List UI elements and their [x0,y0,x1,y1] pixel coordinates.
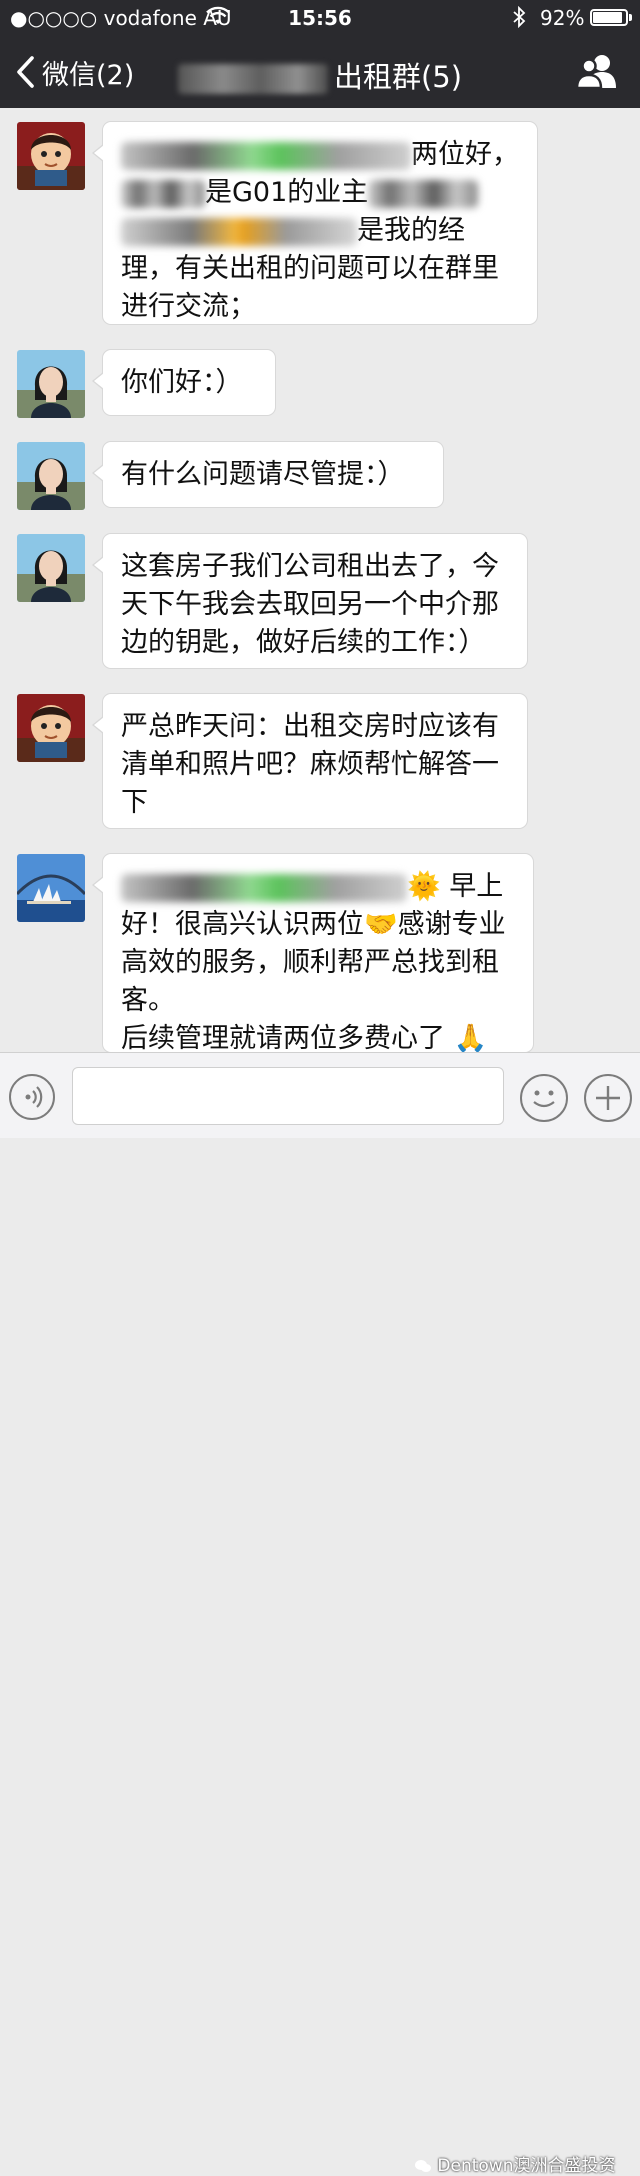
chat-title-text: 出租群(5) [333,60,463,94]
message-text-segment: 🌞 早上 [407,871,504,902]
message-text-segment: 你们好：） [121,367,243,398]
battery-tip [629,14,632,21]
woman-avatar[interactable] [17,442,85,510]
chat-title: 出租群(5) [0,54,640,96]
message-text: 你们好：） [121,364,257,402]
message-text-segment: 高效的服务，顺利帮严总找到租 [121,947,499,978]
message-bubble[interactable]: 🌞 早上好！很高兴认识两位🤝感谢专业 高效的服务，顺利帮严总找到租 客。后续管理就请… [92,853,534,1054]
emoji-button[interactable] [520,1074,568,1122]
message-text-segment: 有什么问题请尽管提：） [121,459,405,490]
nav-bar: 微信(2) 出租群(5) [0,36,640,108]
message-text-segment: 天下午我会去取回另一个中介那 [121,589,499,620]
message-text-segment: 这套房子我们公司租出去了，今 [121,551,499,582]
woman-avatar[interactable] [17,534,85,602]
woman-avatar[interactable] [17,350,85,418]
message-text-segment: 下 [121,787,148,818]
message-bubble[interactable]: 你们好：） [92,349,276,416]
message-text: 有什么问题请尽管提：） [121,456,425,494]
plus-icon [596,1086,620,1110]
redacted-text [121,217,357,246]
cartoon-avatar[interactable] [17,694,85,762]
message-text: 两位好， 是G01的业主是我的经理，有关出租的问题可以在群里 进行交流； [121,136,519,326]
status-bar: ●○○○○ vodafone AU 15:56 92% [0,0,640,36]
message-text: 严总昨天问：出租交房时应该有 清单和照片吧？麻烦帮忙解答一下 [121,708,509,822]
smiley-icon [533,1090,555,1108]
message-text-segment: 是我的经 [357,215,465,246]
cartoon-avatar[interactable] [17,122,85,190]
watermark: Dentown澳洲合盛投资 [414,2151,615,2176]
watermark-text: Dentown澳洲合盛投资 [437,2156,616,2176]
redacted-text [121,179,205,208]
voice-icon [25,1086,43,1108]
input-bar: Dentown澳洲合盛投资 [0,1052,640,2176]
message-bubble[interactable]: 这套房子我们公司租出去了，今 天下午我会去取回另一个中介那 边的钥匙，做好后续的工作… [92,533,528,669]
message-text: 这套房子我们公司租出去了，今 天下午我会去取回另一个中介那 边的钥匙，做好后续的工作… [121,548,509,662]
message-text-segment: 理，有关出租的问题可以在群里 [121,253,499,284]
message-bubble[interactable]: 有什么问题请尽管提：） [92,441,444,508]
message-text-segment: 边的钥匙，做好后续的工作：） [121,627,486,658]
voice-input-button[interactable] [9,1074,55,1120]
group-members-button[interactable] [574,52,620,92]
wechat-icon [415,2160,431,2172]
message-text-segment: 后续管理就请两位多费心了 🙏 [121,1023,488,1054]
redacted-text [368,179,479,208]
sydney-avatar[interactable] [17,854,85,922]
message-bubble[interactable]: 严总昨天问：出租交房时应该有 清单和照片吧？麻烦帮忙解答一下 [92,693,528,829]
battery-fill [593,12,623,23]
message-text-segment: 是G01的业主 [205,177,369,208]
bluetooth-icon [512,5,526,33]
battery-icon [590,9,628,26]
people-icon [575,55,616,90]
message-text-segment: 进行交流； [121,291,256,322]
message-bubble[interactable]: 两位好， 是G01的业主是我的经理，有关出租的问题可以在群里 进行交流； [92,121,538,326]
message-text: 🌞 早上好！很高兴认识两位🤝感谢专业 高效的服务，顺利帮严总找到租 客。后续管理就请… [121,868,515,1058]
message-text-segment: 客。 [121,985,175,1016]
message-text-segment: 清单和照片吧？麻烦帮忙解答一 [121,749,499,780]
battery-percent: 92% [540,6,585,30]
redacted-group-name [177,64,328,94]
more-button[interactable] [584,1074,632,1122]
redacted-text [121,141,411,170]
message-text-segment: 好！很高兴认识两位🤝感谢专业 [121,909,506,940]
message-input[interactable] [72,1067,504,1125]
redacted-text [121,873,407,902]
message-text-segment: 两位好， [411,139,519,170]
message-text-segment: 严总昨天问：出租交房时应该有 [121,711,499,742]
